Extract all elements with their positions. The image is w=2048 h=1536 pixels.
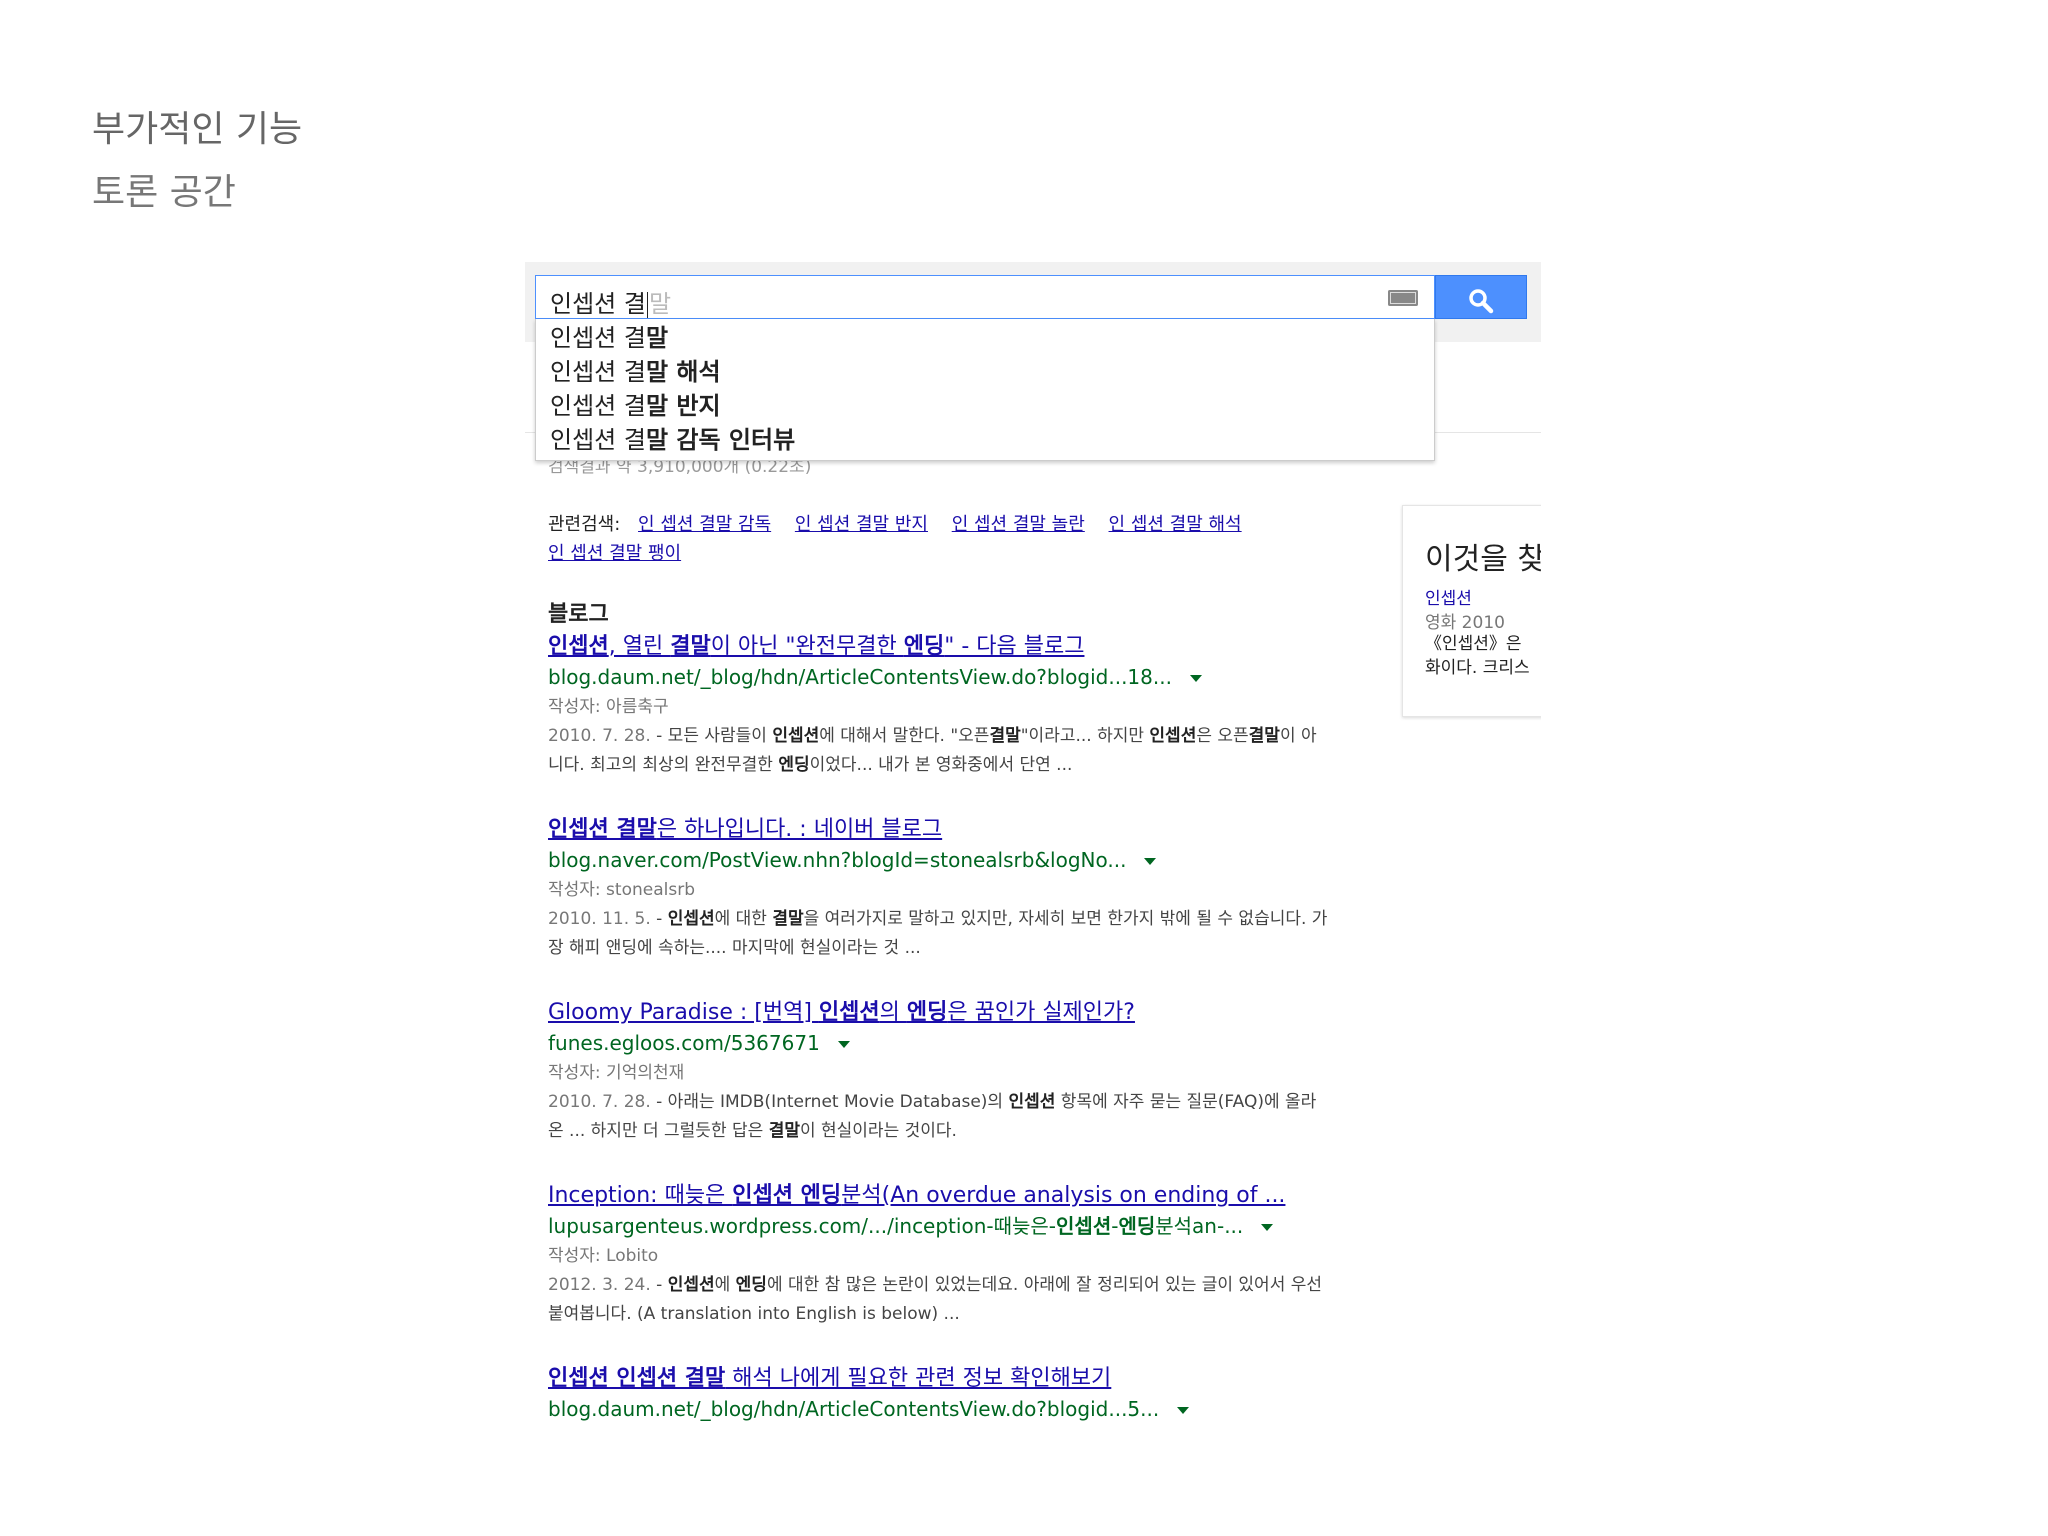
section-title-blog: 블로그 xyxy=(548,602,609,627)
search-icon xyxy=(1469,289,1494,314)
dropdown-arrow-icon[interactable] xyxy=(837,1041,850,1048)
result-url: blog.daum.net/_blog/hdn/ArticleContentsV… xyxy=(548,662,1348,692)
autocomplete-dropdown: 인셉션 결말 인셉션 결말 해석 인셉션 결말 반지 인셉션 결말 감독 인터뷰 xyxy=(535,319,1435,461)
related-label: 관련검색: xyxy=(548,514,621,535)
result-author: 작성자: stonealsrb xyxy=(548,880,695,900)
result-author: 작성자: 기억의천재 xyxy=(548,1063,685,1083)
result-snippet: 2010. 7. 28. - 아래는 IMDB(Internet Movie D… xyxy=(548,1092,1317,1141)
search-result: 인셉션 인셉션 결말 해석 나에게 필요한 관련 정보 확인해보기 blog.d… xyxy=(548,1364,1348,1424)
knowledge-panel-title: 이것을 찾 xyxy=(1425,542,1541,577)
knowledge-panel: 이것을 찾 인셉션 영화 2010 《인셉션》은 화이다. 크리스 xyxy=(1402,505,1541,717)
search-result: 인셉션 결말은 하나입니다. : 네이버 블로그 blog.naver.com/… xyxy=(548,815,1348,963)
text-caret xyxy=(646,292,648,318)
keyboard-icon[interactable] xyxy=(1388,290,1418,306)
dropdown-arrow-icon[interactable] xyxy=(1261,1224,1274,1231)
related-link[interactable]: 인 셉션 결말 반지 xyxy=(795,514,928,535)
result-url: funes.egloos.com/5367671 xyxy=(548,1028,1348,1058)
result-snippet: 2010. 7. 28. - 모든 사람들이 인셉션에 대해서 말한다. "오픈… xyxy=(548,726,1317,775)
result-url: blog.daum.net/_blog/hdn/ArticleContentsV… xyxy=(548,1394,1348,1424)
search-input[interactable]: 인셉션 결말 xyxy=(535,275,1435,319)
knowledge-panel-description: 《인셉션》은 화이다. 크리스 xyxy=(1425,634,1530,678)
dropdown-arrow-icon[interactable] xyxy=(1189,675,1202,682)
knowledge-panel-subtitle: 영화 2010 xyxy=(1425,613,1505,633)
result-title-link[interactable]: 인셉션 인셉션 결말 해석 나에게 필요한 관련 정보 확인해보기 xyxy=(548,1364,1348,1394)
dropdown-arrow-icon[interactable] xyxy=(1177,1407,1190,1414)
result-title-link[interactable]: 인셉션 결말은 하나입니다. : 네이버 블로그 xyxy=(548,815,1348,845)
suggestion-item[interactable]: 인셉션 결말 감독 인터뷰 xyxy=(536,423,1434,457)
search-autocomplete-hint: 말 xyxy=(648,290,672,318)
slide-heading: 부가적인 기능 xyxy=(92,109,303,150)
result-title-link[interactable]: Inception: 때늦은 인셉션 엔딩분석(An overdue analy… xyxy=(548,1181,1348,1211)
knowledge-panel-link[interactable]: 인셉션 xyxy=(1425,584,1472,609)
result-url: blog.naver.com/PostView.nhn?blogId=stone… xyxy=(548,845,1348,875)
result-title-link[interactable]: Gloomy Paradise : [번역] 인셉션의 엔딩은 꿈인가 실제인가… xyxy=(548,998,1348,1028)
search-button[interactable] xyxy=(1435,275,1527,319)
search-result: Inception: 때늦은 인셉션 엔딩분석(An overdue analy… xyxy=(548,1181,1348,1329)
search-query-text: 인셉션 결 xyxy=(550,290,646,318)
suggestion-item[interactable]: 인셉션 결말 해석 xyxy=(536,355,1434,389)
search-result: Gloomy Paradise : [번역] 인셉션의 엔딩은 꿈인가 실제인가… xyxy=(548,998,1348,1146)
suggestion-item[interactable]: 인셉션 결말 xyxy=(536,321,1434,355)
result-snippet: 2010. 11. 5. - 인셉션에 대한 결말을 여러가지로 말하고 있지만… xyxy=(548,909,1328,958)
result-snippet: 2012. 3. 24. - 인셉션에 엔딩에 대한 참 많은 논란이 있었는데… xyxy=(548,1275,1323,1324)
search-result: 인셉션, 열린 결말이 아닌 "완전무결한 엔딩" - 다음 블로그 blog.… xyxy=(548,632,1348,780)
dropdown-arrow-icon[interactable] xyxy=(1144,858,1157,865)
result-author: 작성자: Lobito xyxy=(548,1246,659,1266)
related-link[interactable]: 인 셉션 결말 감독 xyxy=(638,514,771,535)
result-url: lupusargenteus.wordpress.com/.../incepti… xyxy=(548,1211,1348,1241)
suggestion-item[interactable]: 인셉션 결말 반지 xyxy=(536,389,1434,423)
result-title-link[interactable]: 인셉션, 열린 결말이 아닌 "완전무결한 엔딩" - 다음 블로그 xyxy=(548,632,1348,662)
slide-subheading: 토론 공간 xyxy=(92,172,236,213)
related-link[interactable]: 인 셉션 결말 팽이 xyxy=(548,543,681,564)
result-author: 작성자: 아름축구 xyxy=(548,697,669,717)
related-link[interactable]: 인 셉션 결말 놀란 xyxy=(952,514,1085,535)
search-screenshot: 검색결과 약 3,910,000개 (0.22초) 인셉션 결말 인셉션 결말 … xyxy=(525,262,1541,1462)
related-link[interactable]: 인 셉션 결말 해석 xyxy=(1109,514,1242,535)
related-searches: 관련검색: 인 셉션 결말 감독 인 셉션 결말 반지 인 셉션 결말 놀란 인… xyxy=(548,510,1338,568)
